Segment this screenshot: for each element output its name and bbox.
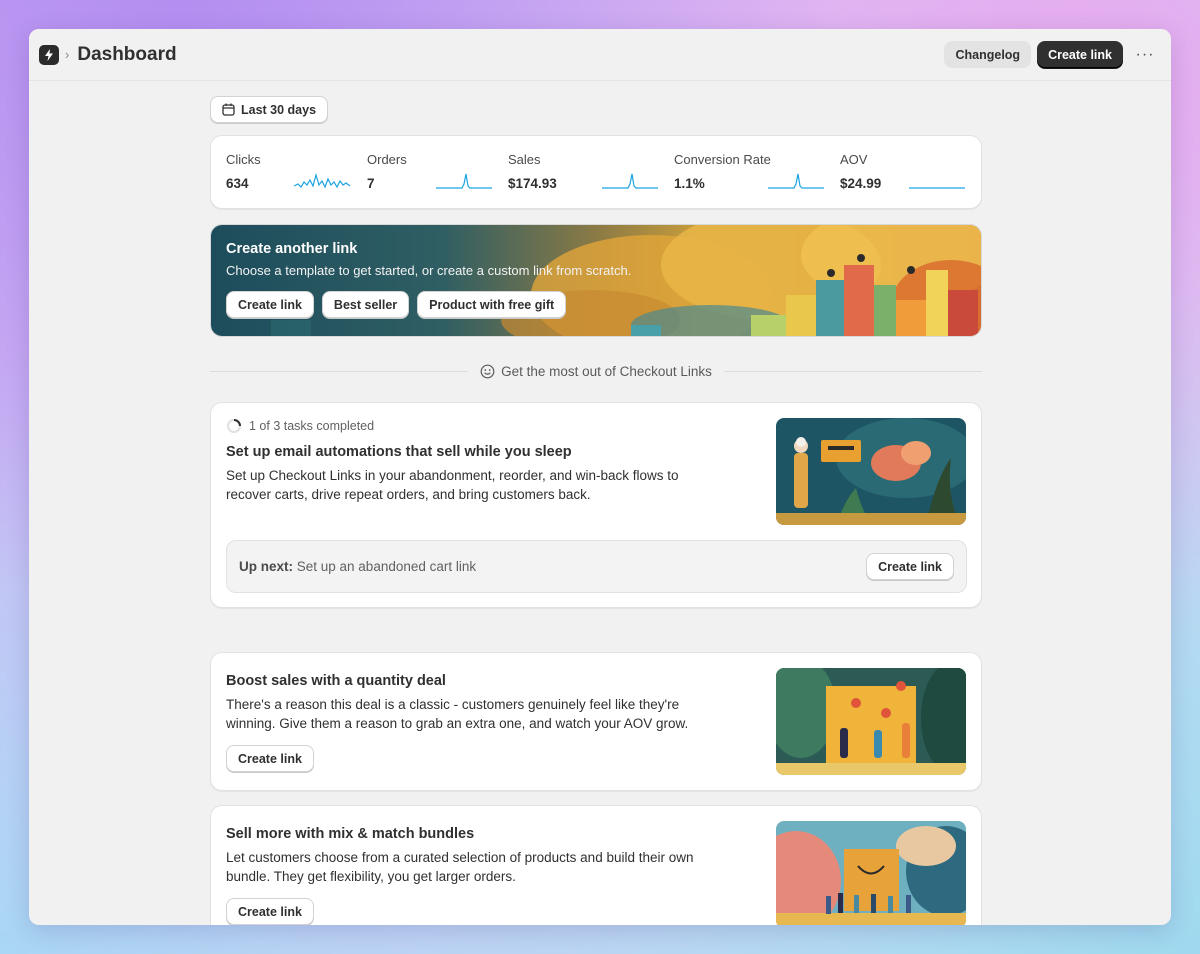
task-card-email-automations: 1 of 3 tasks completed Set up email auto… xyxy=(210,402,982,608)
metric-sales[interactable]: Sales $174.93 xyxy=(508,152,674,202)
metric-aov[interactable]: AOV $24.99 xyxy=(840,152,966,202)
task-illustration-email xyxy=(776,418,966,525)
up-next-label: Up next: xyxy=(239,559,293,574)
task-description: There's a reason this deal is a classic … xyxy=(226,697,689,731)
divider-label: Get the most out of Checkout Links xyxy=(468,364,724,379)
app-logo-icon[interactable] xyxy=(39,44,59,65)
up-next-task: Set up an abandoned cart link xyxy=(293,559,477,574)
metrics-card: Clicks 634 Orders 7 Sales $174.93 Conver… xyxy=(210,135,982,209)
task-text: 1 of 3 tasks completed Set up email auto… xyxy=(226,418,726,504)
banner-title: Create another link xyxy=(226,241,358,257)
task-description: Let customers choose from a curated sele… xyxy=(226,850,694,884)
bundles-create-link-button[interactable]: Create link xyxy=(226,898,314,925)
calendar-icon xyxy=(222,103,235,116)
app-window: › Dashboard Changelog Create link ··· La… xyxy=(29,29,1171,925)
metric-conversion-rate[interactable]: Conversion Rate 1.1% xyxy=(674,152,840,202)
progress-spinner-icon xyxy=(227,419,241,433)
metric-label: AOV xyxy=(840,152,868,167)
banner-subtitle: Choose a template to get started, or cre… xyxy=(226,263,632,278)
page-title: Dashboard xyxy=(77,43,177,65)
task-progress: 1 of 3 tasks completed xyxy=(226,418,726,434)
task-title: Set up email automations that sell while… xyxy=(226,444,572,460)
banner-content: Create another link Choose a template to… xyxy=(226,241,631,318)
task-title: Boost sales with a quantity deal xyxy=(226,673,446,689)
metric-label: Conversion Rate xyxy=(674,152,771,167)
date-range-label: Last 30 days xyxy=(241,102,317,117)
task-text: Sell more with mix & match bundles Let c… xyxy=(226,826,726,925)
date-range-button[interactable]: Last 30 days xyxy=(210,96,329,123)
top-bar: › Dashboard Changelog Create link ··· xyxy=(29,29,1171,81)
task-illustration-quantity xyxy=(776,668,966,775)
template-best-seller-button[interactable]: Best seller xyxy=(321,291,410,318)
task-description: Set up Checkout Links in your abandonmen… xyxy=(226,468,679,502)
divider-text: Get the most out of Checkout Links xyxy=(501,363,712,379)
metric-label: Sales xyxy=(508,152,541,167)
template-free-gift-button[interactable]: Product with free gift xyxy=(417,291,567,318)
task-text: Boost sales with a quantity deal There's… xyxy=(226,673,726,772)
metric-label: Orders xyxy=(367,152,407,167)
task-title: Sell more with mix & match bundles xyxy=(226,826,475,842)
metric-orders[interactable]: Orders 7 xyxy=(367,152,508,202)
task-illustration-bundles xyxy=(776,821,966,925)
task-progress-text: 1 of 3 tasks completed xyxy=(249,419,375,433)
smiley-icon xyxy=(480,364,495,378)
create-link-button[interactable]: Create link xyxy=(1037,41,1123,68)
divider-line xyxy=(210,370,469,372)
banner-buttons: Create link Best seller Product with fre… xyxy=(226,291,631,318)
clicks-sparkline xyxy=(294,172,350,189)
up-next-panel: Up next: Set up an abandoned cart link C… xyxy=(226,540,967,593)
changelog-button[interactable]: Changelog xyxy=(944,41,1032,68)
metric-label: Clicks xyxy=(226,152,261,167)
sales-sparkline xyxy=(602,173,658,189)
up-next-text: Up next: Set up an abandoned cart link xyxy=(239,559,476,574)
task-card-mix-match-bundles: Sell more with mix & match bundles Let c… xyxy=(210,805,982,925)
chevron-right-icon: › xyxy=(65,47,70,62)
task-card-quantity-deal: Boost sales with a quantity deal There's… xyxy=(210,652,982,791)
section-divider: Get the most out of Checkout Links xyxy=(210,361,983,381)
divider-line xyxy=(723,370,983,372)
up-next-create-link-button[interactable]: Create link xyxy=(866,553,954,580)
more-horizontal-icon[interactable]: ··· xyxy=(1131,41,1159,69)
create-another-link-banner: Create another link Choose a template to… xyxy=(210,224,982,337)
conversion-sparkline xyxy=(768,173,824,189)
metric-clicks[interactable]: Clicks 634 xyxy=(226,152,367,202)
quantity-deal-create-link-button[interactable]: Create link xyxy=(226,745,314,772)
orders-sparkline xyxy=(436,173,492,189)
aov-sparkline xyxy=(909,187,965,189)
template-create-link-button[interactable]: Create link xyxy=(226,291,314,318)
